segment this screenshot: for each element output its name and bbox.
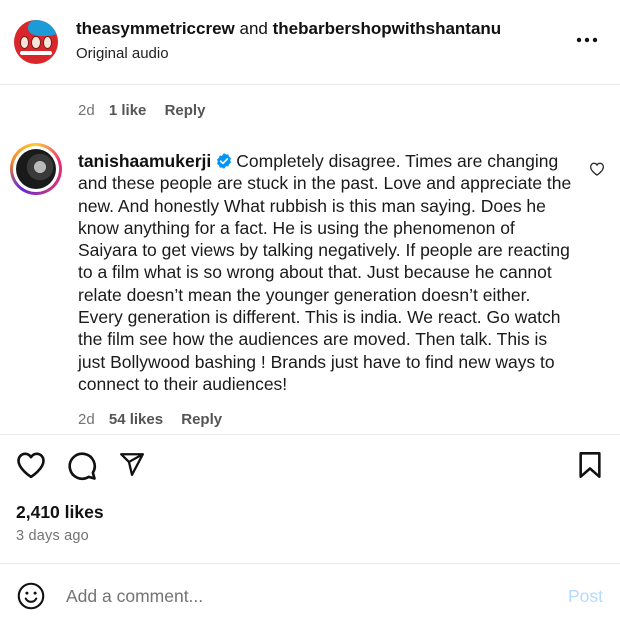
add-comment-input[interactable] [66, 586, 546, 607]
save-bookmark-icon[interactable] [578, 451, 602, 479]
comment-age: 2d [78, 411, 95, 428]
comment-bubble-icon[interactable] [67, 451, 97, 481]
commenter-avatar[interactable] [10, 143, 62, 195]
post-timestamp: 3 days ago [16, 528, 89, 544]
post-button[interactable]: Post [568, 586, 603, 607]
author-link-1[interactable]: theasymmetriccrew [76, 19, 235, 38]
comments-divider [0, 434, 620, 435]
like-heart-icon[interactable] [16, 451, 46, 479]
share-paper-plane-icon[interactable] [118, 451, 146, 477]
comment-age: 2d [78, 102, 95, 119]
more-options-icon[interactable] [576, 35, 598, 45]
comment-like-heart-icon[interactable] [589, 162, 605, 176]
previous-comment-meta: 2d 1 like Reply [78, 102, 205, 119]
verified-badge-icon [217, 153, 232, 169]
comment-likes-count[interactable]: 54 likes [109, 411, 163, 428]
avatar-logo-shape [28, 20, 58, 36]
author-link-2[interactable]: thebarbershopwithshantanu [273, 19, 502, 38]
author-conjunction: and [239, 19, 268, 38]
comment-body: tanishaamukerji Completely disagree. Time… [78, 150, 576, 395]
composer-divider [0, 563, 620, 564]
comment-text: Completely disagree. Times are changing … [78, 151, 572, 394]
reply-button[interactable]: Reply [181, 411, 222, 428]
post-author-avatar[interactable] [14, 20, 58, 64]
reply-button[interactable]: Reply [165, 102, 206, 119]
avatar-faces [20, 36, 52, 49]
post-authors: theasymmetriccrew and thebarbershopwiths… [76, 19, 501, 39]
comment-username[interactable]: tanishaamukerji [78, 151, 211, 171]
avatar-banner [20, 51, 52, 55]
header-divider [0, 84, 620, 85]
audio-link[interactable]: Original audio [76, 45, 169, 62]
emoji-icon[interactable] [17, 582, 45, 610]
avatar-photo [16, 149, 56, 189]
comment-likes-count[interactable]: 1 like [109, 102, 147, 119]
post-likes-count[interactable]: 2,410 likes [16, 502, 104, 523]
comment-meta: 2d 54 likes Reply [78, 411, 222, 428]
